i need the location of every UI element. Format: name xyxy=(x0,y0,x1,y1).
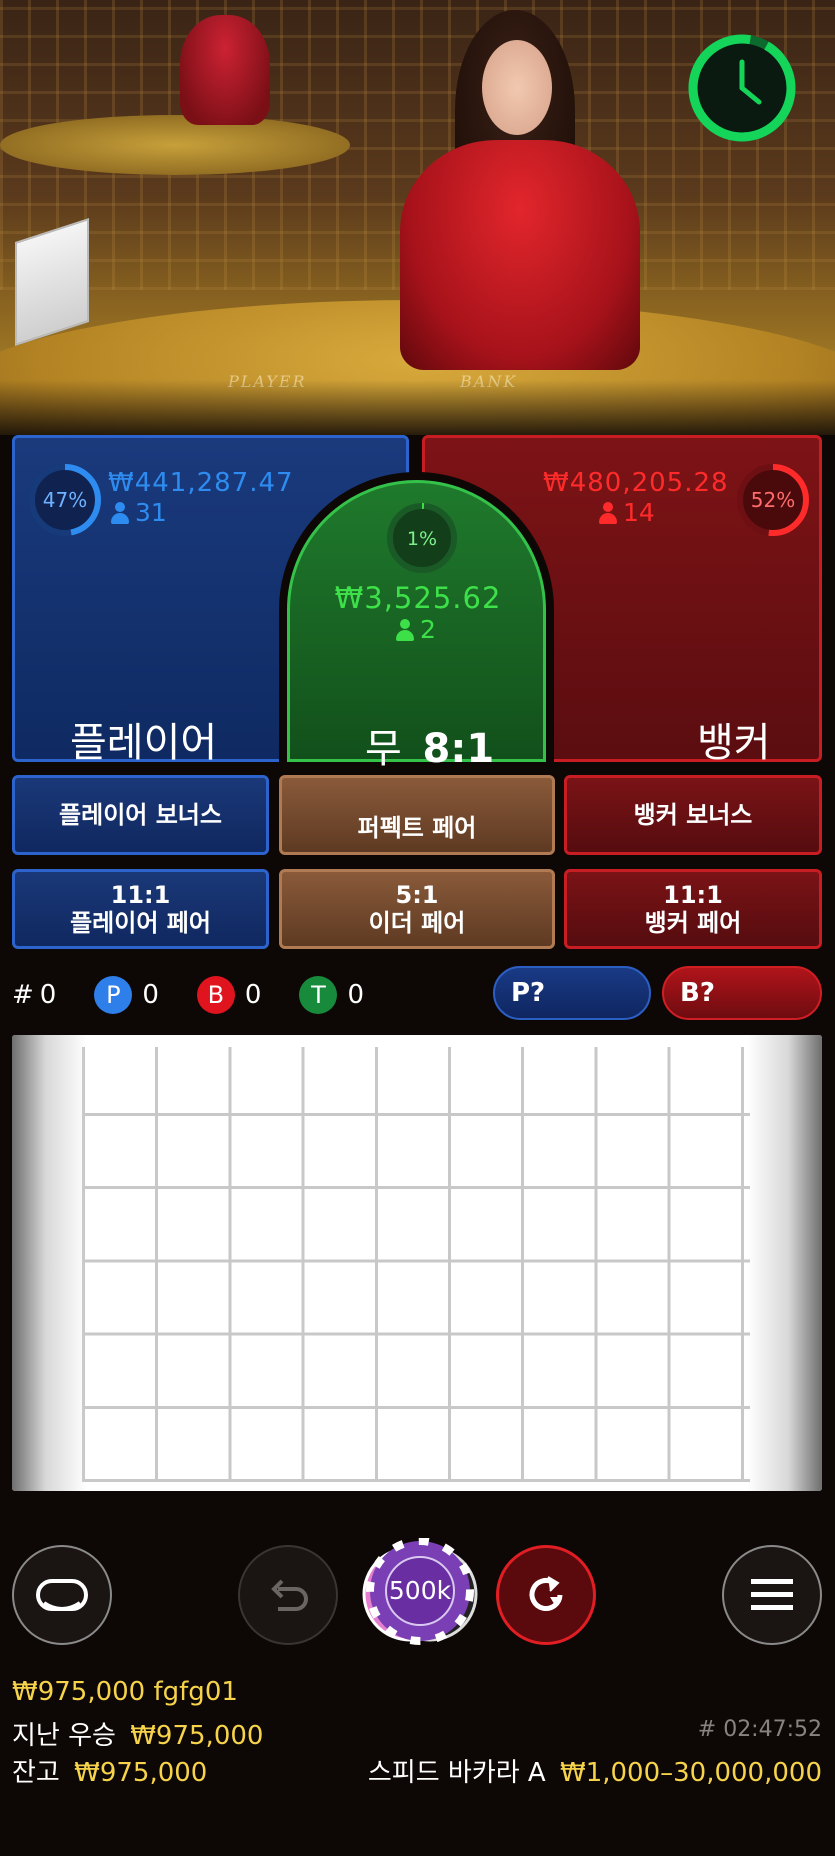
tie-dot-icon: T xyxy=(299,976,338,1014)
banker-bonus-label: 뱅커 보너스 xyxy=(633,801,753,829)
either-pair-bet[interactable]: 5:1 이더 페어 xyxy=(279,869,555,949)
stat-banker-value: 0 xyxy=(244,980,262,1010)
card-discard-holder xyxy=(15,217,89,347)
player-total-amount: ₩441,287.47 xyxy=(108,468,294,498)
stat-total: # 0 xyxy=(12,980,56,1010)
round-id: # 02:47:52 xyxy=(697,1717,822,1742)
player-percent: 47% xyxy=(43,488,87,512)
banker-label: 뱅커 xyxy=(697,720,771,766)
live-video-feed: PLAYER BANK xyxy=(0,0,835,435)
player-percent-ring: 47% xyxy=(29,464,101,536)
player-dot-icon: P xyxy=(94,976,133,1014)
video-toggle-icon xyxy=(36,1579,88,1611)
banker-pair-label: 뱅커 페어 xyxy=(644,909,742,937)
menu-icon xyxy=(751,1579,793,1610)
background-table xyxy=(0,115,350,175)
perfect-pair-label: 퍼펙트 페어 xyxy=(357,814,477,842)
bead-road-scoreboard[interactable] xyxy=(12,1035,822,1491)
tie-label-group: 무 8:1 xyxy=(365,716,494,774)
undo-icon xyxy=(271,1579,308,1611)
background-dealer xyxy=(180,15,270,125)
banker-total-amount: ₩480,205.28 xyxy=(543,468,729,498)
dealer-face xyxy=(482,40,552,135)
tie-bet-area[interactable]: 1% ₩3,525.62 2 무 8:1 xyxy=(287,480,546,772)
video-toggle-button[interactable] xyxy=(12,1545,112,1645)
tie-total-amount: ₩3,525.62 xyxy=(334,581,502,615)
banker-count-value: 14 xyxy=(623,498,655,527)
player-label: 플레이어 xyxy=(70,720,218,766)
road-grid xyxy=(82,1047,750,1482)
banker-predict-button[interactable]: B? xyxy=(662,966,822,1020)
tie-percent: 1% xyxy=(407,528,437,550)
username: fgfg01 xyxy=(153,1677,238,1707)
player-pair-bet[interactable]: 11:1 플레이어 페어 xyxy=(12,869,269,949)
last-win-value: ₩975,000 xyxy=(130,1721,264,1751)
banker-bettor-count: 14 xyxy=(599,498,655,527)
repeat-bet-button[interactable] xyxy=(496,1545,596,1645)
last-win-label: 지난 우승 xyxy=(12,1721,116,1751)
bet-limits: ₩1,000–30,000,000 xyxy=(559,1758,822,1788)
banker-dot-icon: B xyxy=(196,976,235,1014)
round-statistics: # 0 P 0 B 0 T 0 xyxy=(12,975,402,1015)
person-icon xyxy=(396,618,414,641)
chip-value: 500k xyxy=(388,1576,452,1605)
tie-percent-ring: 1% xyxy=(387,503,457,573)
balance-value: ₩975,000 xyxy=(74,1758,208,1788)
countdown-timer-icon xyxy=(688,34,796,142)
repeat-icon xyxy=(529,1576,563,1611)
person-icon xyxy=(111,501,129,524)
menu-button[interactable] xyxy=(722,1545,822,1645)
undo-button[interactable] xyxy=(238,1545,338,1645)
person-icon xyxy=(599,501,617,524)
banker-bonus-bet[interactable]: 뱅커 보너스 xyxy=(564,775,822,855)
table-info: 스피드 바카라 A ₩1,000–30,000,000 xyxy=(368,1752,822,1789)
stat-banker: B 0 xyxy=(196,976,262,1014)
tie-payout: 8:1 xyxy=(422,726,495,772)
last-win: 지난 우승 ₩975,000 xyxy=(12,1715,263,1752)
tie-count-value: 2 xyxy=(420,615,436,644)
balance: 잔고 ₩975,000 xyxy=(12,1752,207,1789)
video-fade xyxy=(0,380,835,435)
player-pair-payout: 11:1 xyxy=(110,881,171,909)
tie-bet-spot[interactable]: 1% ₩3,525.62 2 무 8:1 xyxy=(279,472,554,772)
chip-selector[interactable]: 500k xyxy=(350,1537,485,1648)
player-pair-label: 플레이어 페어 xyxy=(70,909,211,937)
road-scroll-fade-right xyxy=(747,1035,822,1491)
player-bonus-label: 플레이어 보너스 xyxy=(59,801,222,829)
player-bonus-bet[interactable]: 플레이어 보너스 xyxy=(12,775,269,855)
stat-total-prefix: # xyxy=(12,980,34,1010)
bet-and-username: ₩975,000 fgfg01 xyxy=(12,1677,238,1707)
tie-label: 무 xyxy=(365,726,402,772)
current-bet-amount: ₩975,000 xyxy=(12,1677,146,1707)
player-bettor-count: 31 xyxy=(111,498,167,527)
stat-total-value: 0 xyxy=(39,980,57,1010)
tie-bettor-count: 2 xyxy=(396,615,436,644)
stat-player-value: 0 xyxy=(142,980,159,1010)
either-pair-payout: 5:1 xyxy=(395,881,439,909)
banker-pair-bet[interactable]: 11:1 뱅커 페어 xyxy=(564,869,822,949)
road-scroll-fade-left xyxy=(12,1035,87,1491)
stat-tie-value: 0 xyxy=(347,980,364,1010)
player-predict-button[interactable]: P? xyxy=(493,966,651,1020)
perfect-pair-bet[interactable]: 퍼펙트 페어 xyxy=(279,775,555,855)
player-count-value: 31 xyxy=(135,498,167,527)
stat-player: P 0 xyxy=(94,976,159,1014)
balance-label: 잔고 xyxy=(12,1758,60,1788)
either-pair-label: 이더 페어 xyxy=(368,909,466,937)
banker-pair-payout: 11:1 xyxy=(663,881,723,909)
table-name: 스피드 바카라 A xyxy=(367,1758,546,1788)
banker-percent-ring: 52% xyxy=(737,464,809,536)
dealer xyxy=(400,140,640,370)
stat-tie: T 0 xyxy=(299,976,364,1014)
banker-percent: 52% xyxy=(751,488,795,512)
